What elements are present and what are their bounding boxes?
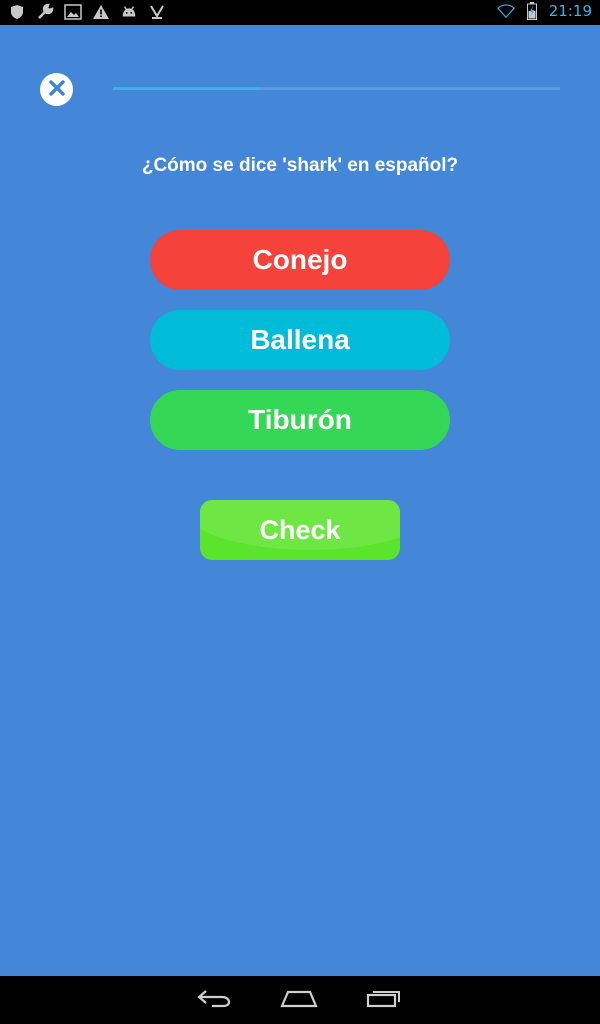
close-button[interactable] (40, 73, 73, 106)
status-time: 21:19 (548, 2, 592, 20)
warning-icon (92, 3, 110, 21)
answer-option-ballena[interactable]: Ballena (150, 310, 450, 370)
answer-option-label: Conejo (252, 244, 348, 275)
status-bar: 21:19 (0, 0, 600, 25)
shield-icon (8, 3, 26, 21)
notification-icons (8, 3, 166, 21)
android-icon (120, 3, 138, 21)
download-icon (148, 3, 166, 21)
answer-option-tiburon[interactable]: Tiburón (150, 390, 450, 450)
check-button[interactable]: Check (200, 500, 400, 560)
navigation-bar (0, 976, 600, 1024)
wifi-icon (496, 2, 515, 20)
quiz-screen: ¿Cómo se dice 'shark' en español? Conejo… (0, 25, 600, 976)
wrench-icon (36, 3, 54, 21)
answer-option-label: Tiburón (248, 404, 352, 435)
recent-apps-icon (366, 988, 402, 1012)
battery-icon (523, 2, 541, 20)
home-icon (280, 988, 318, 1012)
system-icons: 21:19 (496, 2, 592, 20)
progress-bar (113, 87, 560, 90)
answer-option-conejo[interactable]: Conejo (150, 230, 450, 290)
question-text: ¿Cómo se dice 'shark' en español? (141, 155, 459, 176)
recent-apps-button[interactable] (360, 986, 408, 1014)
home-button[interactable] (275, 986, 323, 1014)
check-button-label: Check (259, 514, 341, 545)
back-button[interactable] (190, 986, 238, 1014)
close-icon (48, 79, 66, 101)
answer-option-label: Ballena (250, 324, 350, 355)
back-icon (196, 988, 232, 1012)
progress-bar-fill (113, 87, 261, 90)
image-icon (64, 3, 82, 21)
